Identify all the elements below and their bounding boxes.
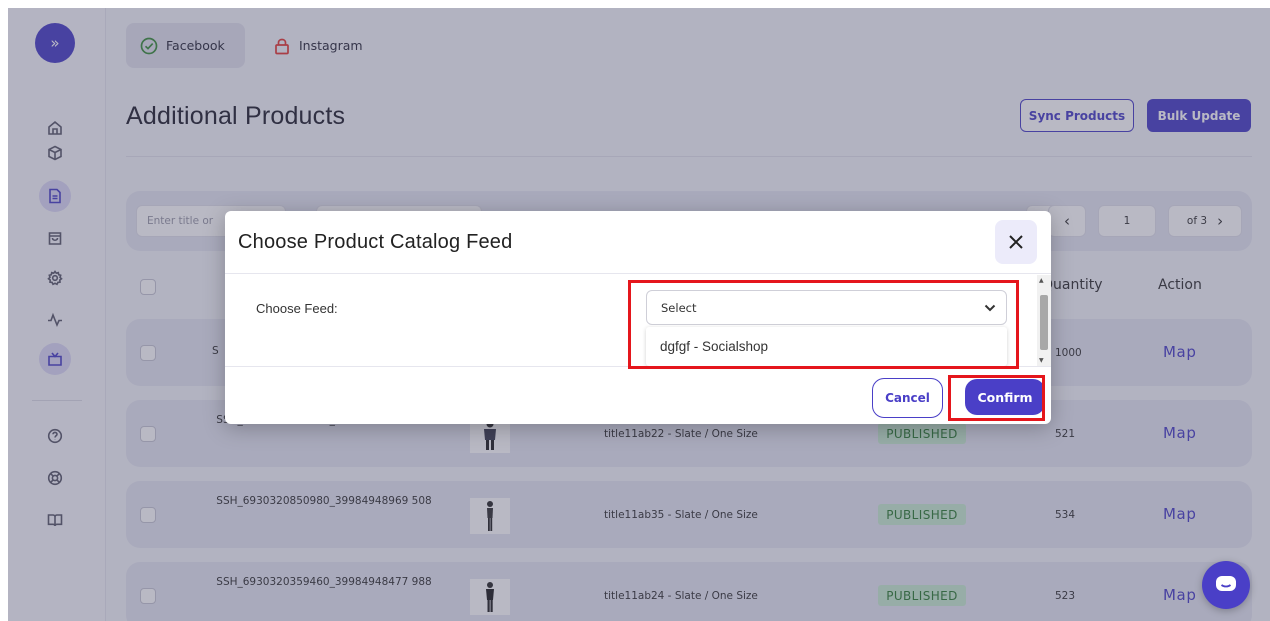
- modal-header: Choose Product Catalog Feed: [225, 211, 1051, 274]
- close-button[interactable]: [995, 220, 1037, 264]
- scroll-up-arrow[interactable]: ▲: [1039, 277, 1044, 284]
- close-icon: [1009, 235, 1023, 249]
- feed-select-value: Select: [661, 300, 697, 315]
- chat-icon: [1216, 576, 1236, 591]
- cancel-button[interactable]: Cancel: [872, 378, 943, 418]
- feed-select[interactable]: Select: [646, 290, 1007, 325]
- app-window: » Facebook Instagram Additional Products…: [8, 8, 1270, 621]
- chevron-down-icon: [984, 304, 996, 312]
- scrollbar-thumb[interactable]: [1040, 295, 1048, 350]
- modal-title: Choose Product Catalog Feed: [238, 231, 513, 253]
- feed-option[interactable]: dgfgf - Socialshop: [646, 327, 1007, 366]
- modal-body: Choose Feed: Select dgfgf - Socialshop: [225, 275, 1051, 366]
- modal-footer: Cancel Confirm: [225, 366, 1051, 424]
- choose-feed-modal: Choose Product Catalog Feed Choose Feed:…: [225, 211, 1051, 424]
- scroll-down-arrow[interactable]: ▼: [1039, 357, 1044, 364]
- choose-feed-label: Choose Feed:: [256, 301, 338, 316]
- confirm-button[interactable]: Confirm: [965, 379, 1045, 415]
- chat-button[interactable]: [1202, 561, 1250, 609]
